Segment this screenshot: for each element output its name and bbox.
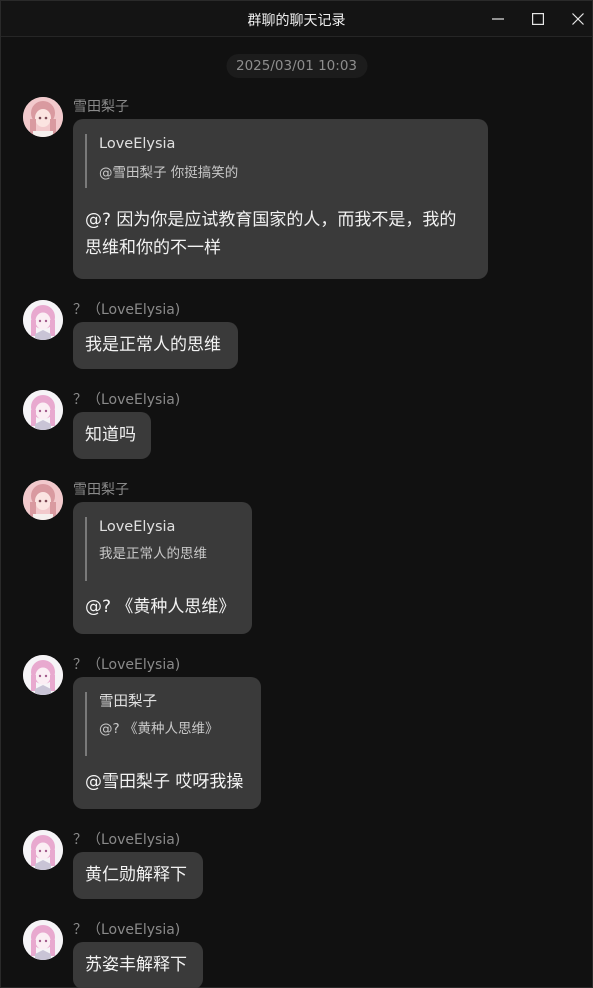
message-bubble[interactable]: 苏姿丰解释下 xyxy=(73,942,203,988)
message-text-line: 我是正常人的思维 xyxy=(85,335,221,355)
message-text-line: 苏姿丰解释下 xyxy=(85,955,187,975)
avatar-pink-icon xyxy=(23,480,63,520)
title-bar[interactable]: 群聊的聊天记录 xyxy=(1,1,592,37)
quoted-sender: LoveElysia xyxy=(99,519,176,535)
avatar-anime-icon xyxy=(23,390,63,430)
timestamp-badge: 2025/03/01 10:03 xyxy=(225,54,368,78)
message-text-line: 黄仁勋解释下 xyxy=(85,865,187,885)
message-bubble[interactable]: 雪田梨子 @? 《黄种人思维》 @雪田梨子 哎呀我操 xyxy=(73,677,261,809)
chat-history-window: 群聊的聊天记录 2025/03/01 10:03 雪田梨子 LoveElysia… xyxy=(0,0,593,988)
message-text-line: @? 因为你是应试教育国家的人，而我不是，我的 xyxy=(85,210,457,230)
sender-name: 雪田梨子 xyxy=(73,99,129,115)
sender-name: ？（LoveElysia) xyxy=(73,392,181,408)
sender-name: ？（LoveElysia) xyxy=(73,302,181,318)
avatar[interactable] xyxy=(23,390,63,430)
message-bubble[interactable]: 黄仁勋解释下 xyxy=(73,852,203,899)
avatar[interactable] xyxy=(23,920,63,960)
avatar-anime-icon xyxy=(23,830,63,870)
message-text-line: @雪田梨子 哎呀我操 xyxy=(85,772,244,792)
message-bubble[interactable]: 知道吗 xyxy=(73,412,151,459)
quoted-sender: 雪田梨子 xyxy=(99,694,157,710)
quoted-text: @? 《黄种人思维》 xyxy=(99,721,219,737)
avatar-anime-icon xyxy=(23,655,63,695)
sender-name: ？（LoveElysia) xyxy=(73,657,181,673)
message-list[interactable]: 2025/03/01 10:03 雪田梨子 LoveElysia @雪田梨子 你… xyxy=(1,37,592,988)
quoted-reply[interactable]: 雪田梨子 @? 《黄种人思维》 xyxy=(85,692,249,756)
avatar[interactable] xyxy=(23,480,63,520)
sender-name: 雪田梨子 xyxy=(73,482,129,498)
close-icon xyxy=(572,13,584,25)
maximize-button[interactable] xyxy=(518,1,558,37)
avatar-anime-icon xyxy=(23,300,63,340)
minimize-button[interactable] xyxy=(478,1,518,37)
avatar-pink-icon xyxy=(23,97,63,137)
quoted-sender: LoveElysia xyxy=(99,136,176,152)
avatar-anime-icon xyxy=(23,920,63,960)
message-text-line: 知道吗 xyxy=(85,425,136,445)
close-button[interactable] xyxy=(558,1,593,37)
quoted-reply[interactable]: LoveElysia 我是正常人的思维 xyxy=(85,517,240,581)
message-text-line: 思维和你的不一样 xyxy=(85,238,221,258)
quoted-text: @雪田梨子 你挺搞笑的 xyxy=(99,165,239,181)
avatar[interactable] xyxy=(23,300,63,340)
message-bubble[interactable]: LoveElysia @雪田梨子 你挺搞笑的 @? 因为你是应试教育国家的人，而… xyxy=(73,119,488,279)
avatar[interactable] xyxy=(23,97,63,137)
sender-name: ？（LoveElysia) xyxy=(73,832,181,848)
quoted-text: 我是正常人的思维 xyxy=(99,546,207,562)
message-bubble[interactable]: 我是正常人的思维 xyxy=(73,322,238,369)
maximize-icon xyxy=(532,13,544,25)
message-bubble[interactable]: LoveElysia 我是正常人的思维 @? 《黄种人思维》 xyxy=(73,502,252,634)
quoted-reply[interactable]: LoveElysia @雪田梨子 你挺搞笑的 xyxy=(85,134,476,188)
avatar[interactable] xyxy=(23,655,63,695)
minimize-icon xyxy=(492,18,504,20)
message-text-line: @? 《黄种人思维》 xyxy=(85,597,236,617)
sender-name: ？（LoveElysia) xyxy=(73,922,181,938)
avatar[interactable] xyxy=(23,830,63,870)
